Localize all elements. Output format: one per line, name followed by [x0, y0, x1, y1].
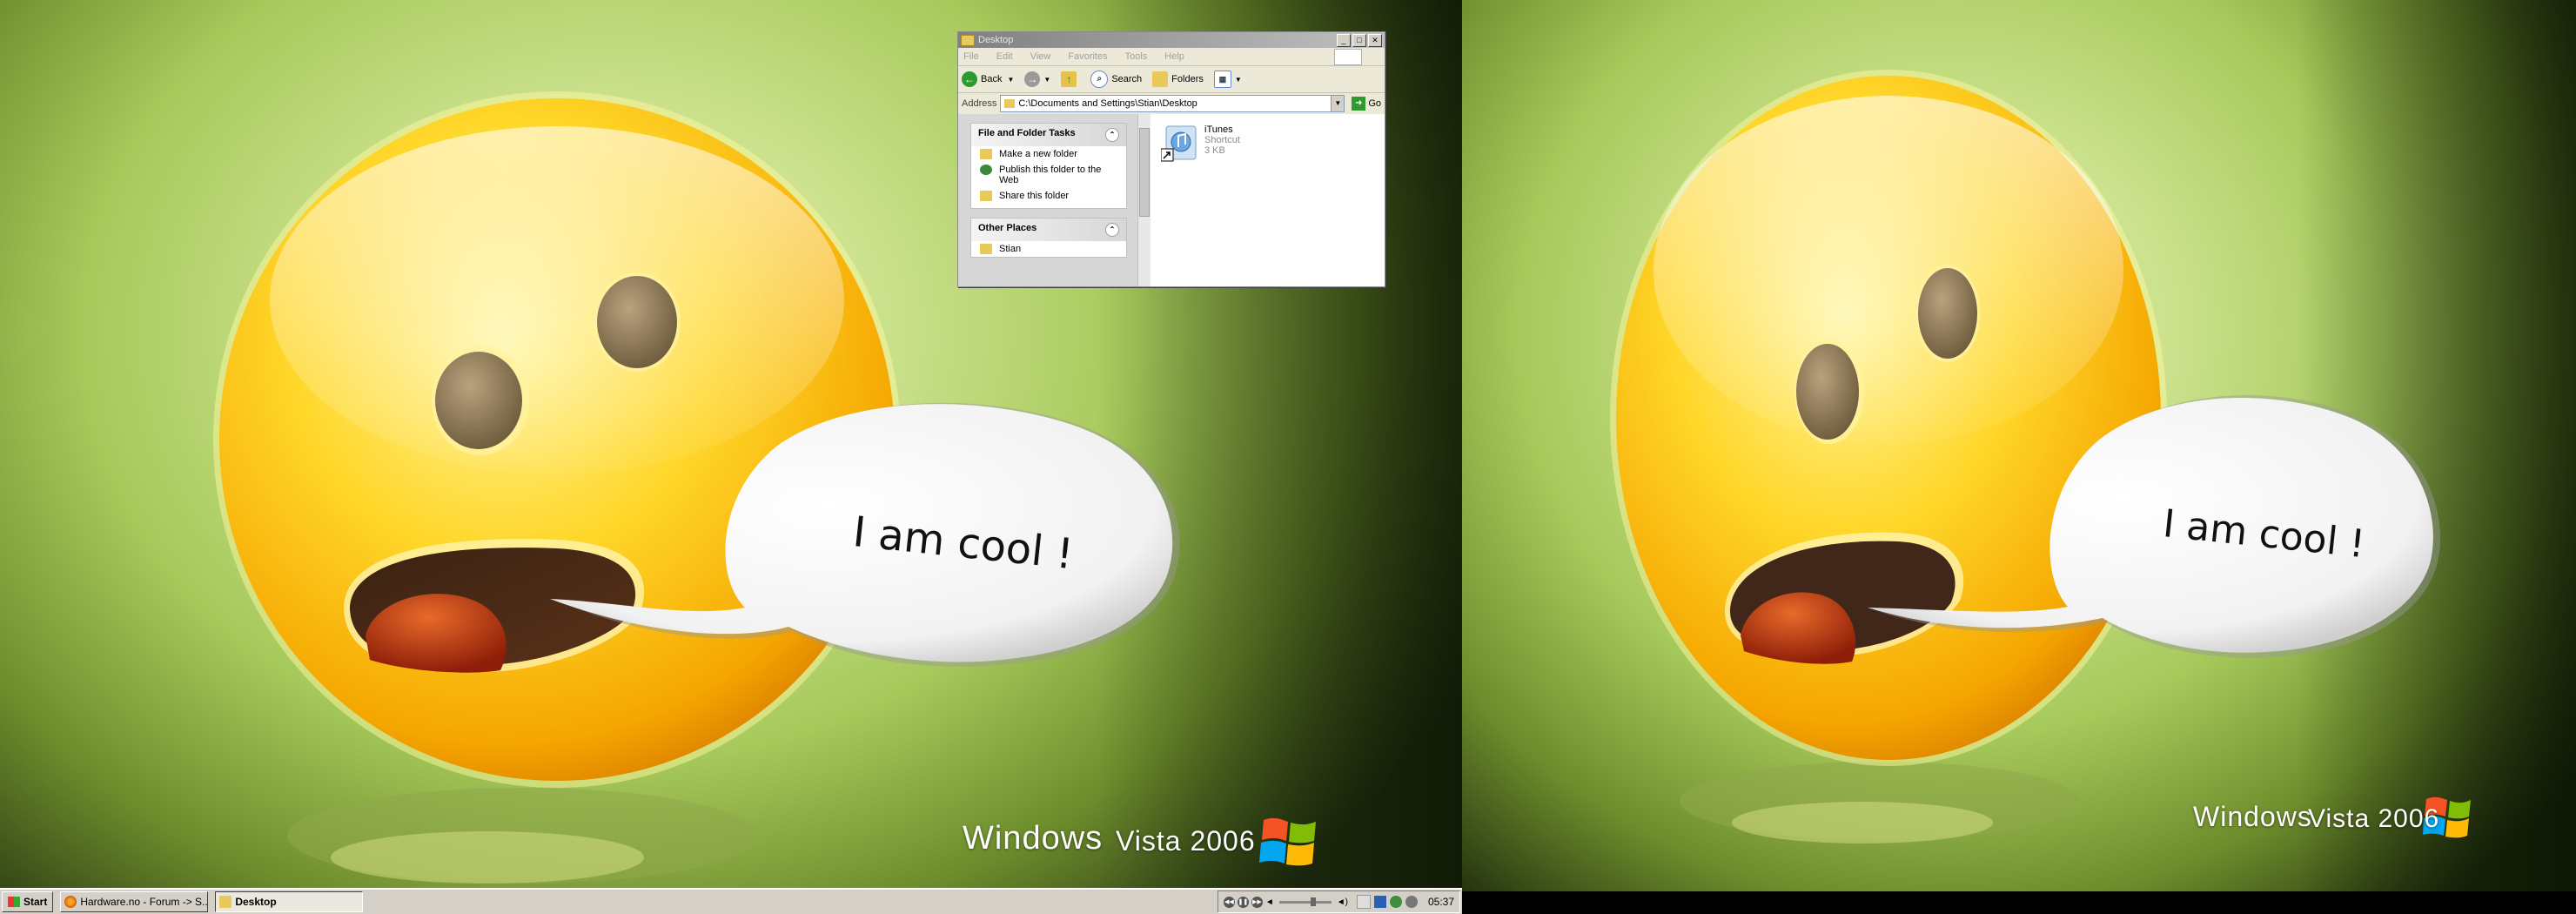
file-item-itunes[interactable]: iTunes Shortcut 3 KB — [1160, 124, 1374, 163]
brand-windows: Windows — [963, 820, 1104, 857]
share-folder-icon — [980, 191, 992, 201]
system-tray: ◀◀ ❚❚ ▶▶ ◄ ◄) 05:37 — [1217, 890, 1460, 913]
network-icon[interactable] — [1389, 896, 1402, 908]
forward-dropdown-icon[interactable]: ▼ — [1043, 76, 1050, 84]
go-arrow-icon: ➜ — [1352, 97, 1366, 111]
minimize-button[interactable]: _ — [1337, 33, 1351, 47]
tray-misc-icon[interactable] — [1405, 896, 1418, 908]
menu-tools[interactable]: Tools — [1125, 51, 1148, 62]
address-bar: Address C:\Documents and Settings\Stian\… — [958, 93, 1385, 115]
search-button[interactable]: ⌕ Search — [1090, 71, 1142, 88]
windows-flag-logo — [1259, 817, 1316, 866]
forward-arrow-icon: → — [1024, 71, 1041, 87]
toolbar: ← Back ▼ → ▼ ↑ ⌕ Search Folders ▦ ▼ — [958, 66, 1385, 93]
up-folder-icon: ↑ — [1061, 71, 1077, 87]
brand-version: Vista 2006 — [2308, 804, 2440, 833]
up-folder-button[interactable]: ↑ — [1061, 71, 1080, 87]
collapse-chevron-icon[interactable]: ⌃ — [1105, 128, 1119, 142]
window-title: Desktop — [978, 35, 1014, 45]
address-input[interactable]: C:\Documents and Settings\Stian\Desktop — [1000, 95, 1332, 112]
place-stian[interactable]: Stian — [971, 241, 1126, 257]
pause-icon[interactable]: ❚❚ — [1237, 896, 1249, 908]
folder-icon — [961, 34, 975, 46]
menu-edit[interactable]: Edit — [996, 51, 1013, 62]
desktop-wallpaper: I am cool ! Windows Vista 2006 — [1462, 0, 2576, 891]
menu-file[interactable]: File — [963, 51, 979, 62]
windows-flag-icon — [8, 897, 20, 907]
folder-icon — [1004, 99, 1016, 108]
folders-button[interactable]: Folders — [1152, 71, 1204, 87]
shield-icon[interactable] — [1373, 896, 1386, 908]
task-pane: File and Folder Tasks ⌃ Make a new folde… — [958, 114, 1137, 286]
task-pane-scrollbar[interactable] — [1137, 114, 1150, 286]
panel-header[interactable]: Other Places ⌃ — [971, 218, 1126, 241]
back-dropdown-icon[interactable]: ▼ — [1007, 76, 1014, 84]
file-view: iTunes Shortcut 3 KB — [1150, 114, 1385, 286]
media-controls: ◀◀ ❚❚ ▶▶ ◄ ◄) — [1223, 896, 1348, 908]
windows-logo-icon — [1334, 48, 1362, 65]
firefox-icon — [64, 896, 77, 908]
taskbar: Start Hardware.no - Forum -> S... Deskto… — [0, 888, 1462, 914]
volume-slider[interactable] — [1278, 897, 1332, 906]
right-eye — [597, 276, 677, 368]
back-button[interactable]: ← Back ▼ — [962, 71, 1014, 87]
menu-favorites[interactable]: Favorites — [1068, 51, 1107, 62]
folder-icon — [219, 896, 232, 908]
address-dropdown-icon[interactable]: ▼ — [1331, 95, 1345, 112]
file-type: Shortcut — [1204, 135, 1240, 145]
menu-bar: File Edit View Favorites Tools Help — [958, 48, 1385, 66]
folders-icon — [1152, 71, 1169, 87]
previous-track-icon[interactable]: ◀◀ — [1223, 896, 1235, 908]
volume-up-icon[interactable]: ◄) — [1337, 897, 1348, 907]
tray-app-icon[interactable] — [1356, 895, 1371, 909]
folder-icon — [980, 244, 992, 254]
search-icon: ⌕ — [1090, 71, 1109, 88]
clock[interactable]: 05:37 — [1428, 896, 1454, 908]
forward-button[interactable]: → ▼ — [1024, 71, 1050, 87]
brand-version: Vista 2006 — [1116, 825, 1256, 857]
left-eye — [435, 352, 522, 449]
close-button[interactable]: ✕ — [1368, 33, 1382, 47]
file-size: 3 KB — [1204, 145, 1225, 156]
file-folder-tasks-panel: File and Folder Tasks ⌃ Make a new folde… — [970, 123, 1127, 209]
file-name: iTunes — [1204, 124, 1233, 135]
scroll-thumb[interactable] — [1139, 128, 1150, 217]
panel-header[interactable]: File and Folder Tasks ⌃ — [971, 124, 1126, 146]
maximize-button[interactable]: □ — [1352, 33, 1366, 47]
taskbar-item-desktop[interactable]: Desktop — [215, 891, 364, 912]
explorer-window[interactable]: Desktop _ □ ✕ File Edit View Favorites T… — [957, 31, 1385, 287]
collapse-chevron-icon[interactable]: ⌃ — [1105, 223, 1119, 237]
smiley-wallpaper-art: I am cool ! — [1610, 70, 2471, 843]
address-label: Address — [962, 98, 997, 109]
primary-monitor: I am cool ! Windows Vista 2006 Desktop _… — [0, 0, 1462, 914]
new-folder-icon — [980, 149, 992, 159]
right-eye — [1918, 268, 1977, 359]
task-share-folder[interactable]: Share this folder — [971, 188, 1126, 208]
go-button[interactable]: ➜ Go — [1352, 97, 1381, 111]
task-publish-web[interactable]: Publish this folder to the Web — [971, 162, 1126, 188]
secondary-monitor: I am cool ! Windows Vista 2006 — [1462, 0, 2576, 914]
globe-icon — [980, 165, 992, 175]
views-icon: ▦ — [1213, 71, 1231, 88]
menu-view[interactable]: View — [1030, 51, 1051, 62]
speaker-icon[interactable]: ◄ — [1265, 897, 1274, 907]
itunes-shortcut-icon — [1160, 124, 1199, 163]
views-dropdown-icon: ▼ — [1234, 75, 1242, 84]
start-button[interactable]: Start — [2, 891, 54, 912]
window-titlebar[interactable]: Desktop _ □ ✕ — [958, 32, 1385, 48]
left-eye — [1796, 344, 1859, 440]
task-make-folder[interactable]: Make a new folder — [971, 146, 1126, 162]
taskbar-item-browser[interactable]: Hardware.no - Forum -> S... — [60, 891, 209, 912]
views-button[interactable]: ▦ ▼ — [1213, 71, 1242, 88]
brand-windows: Windows — [2193, 801, 2312, 832]
menu-help[interactable]: Help — [1164, 51, 1184, 62]
next-track-icon[interactable]: ▶▶ — [1251, 896, 1263, 908]
back-arrow-icon: ← — [962, 71, 977, 87]
other-places-panel: Other Places ⌃ Stian — [970, 218, 1127, 258]
